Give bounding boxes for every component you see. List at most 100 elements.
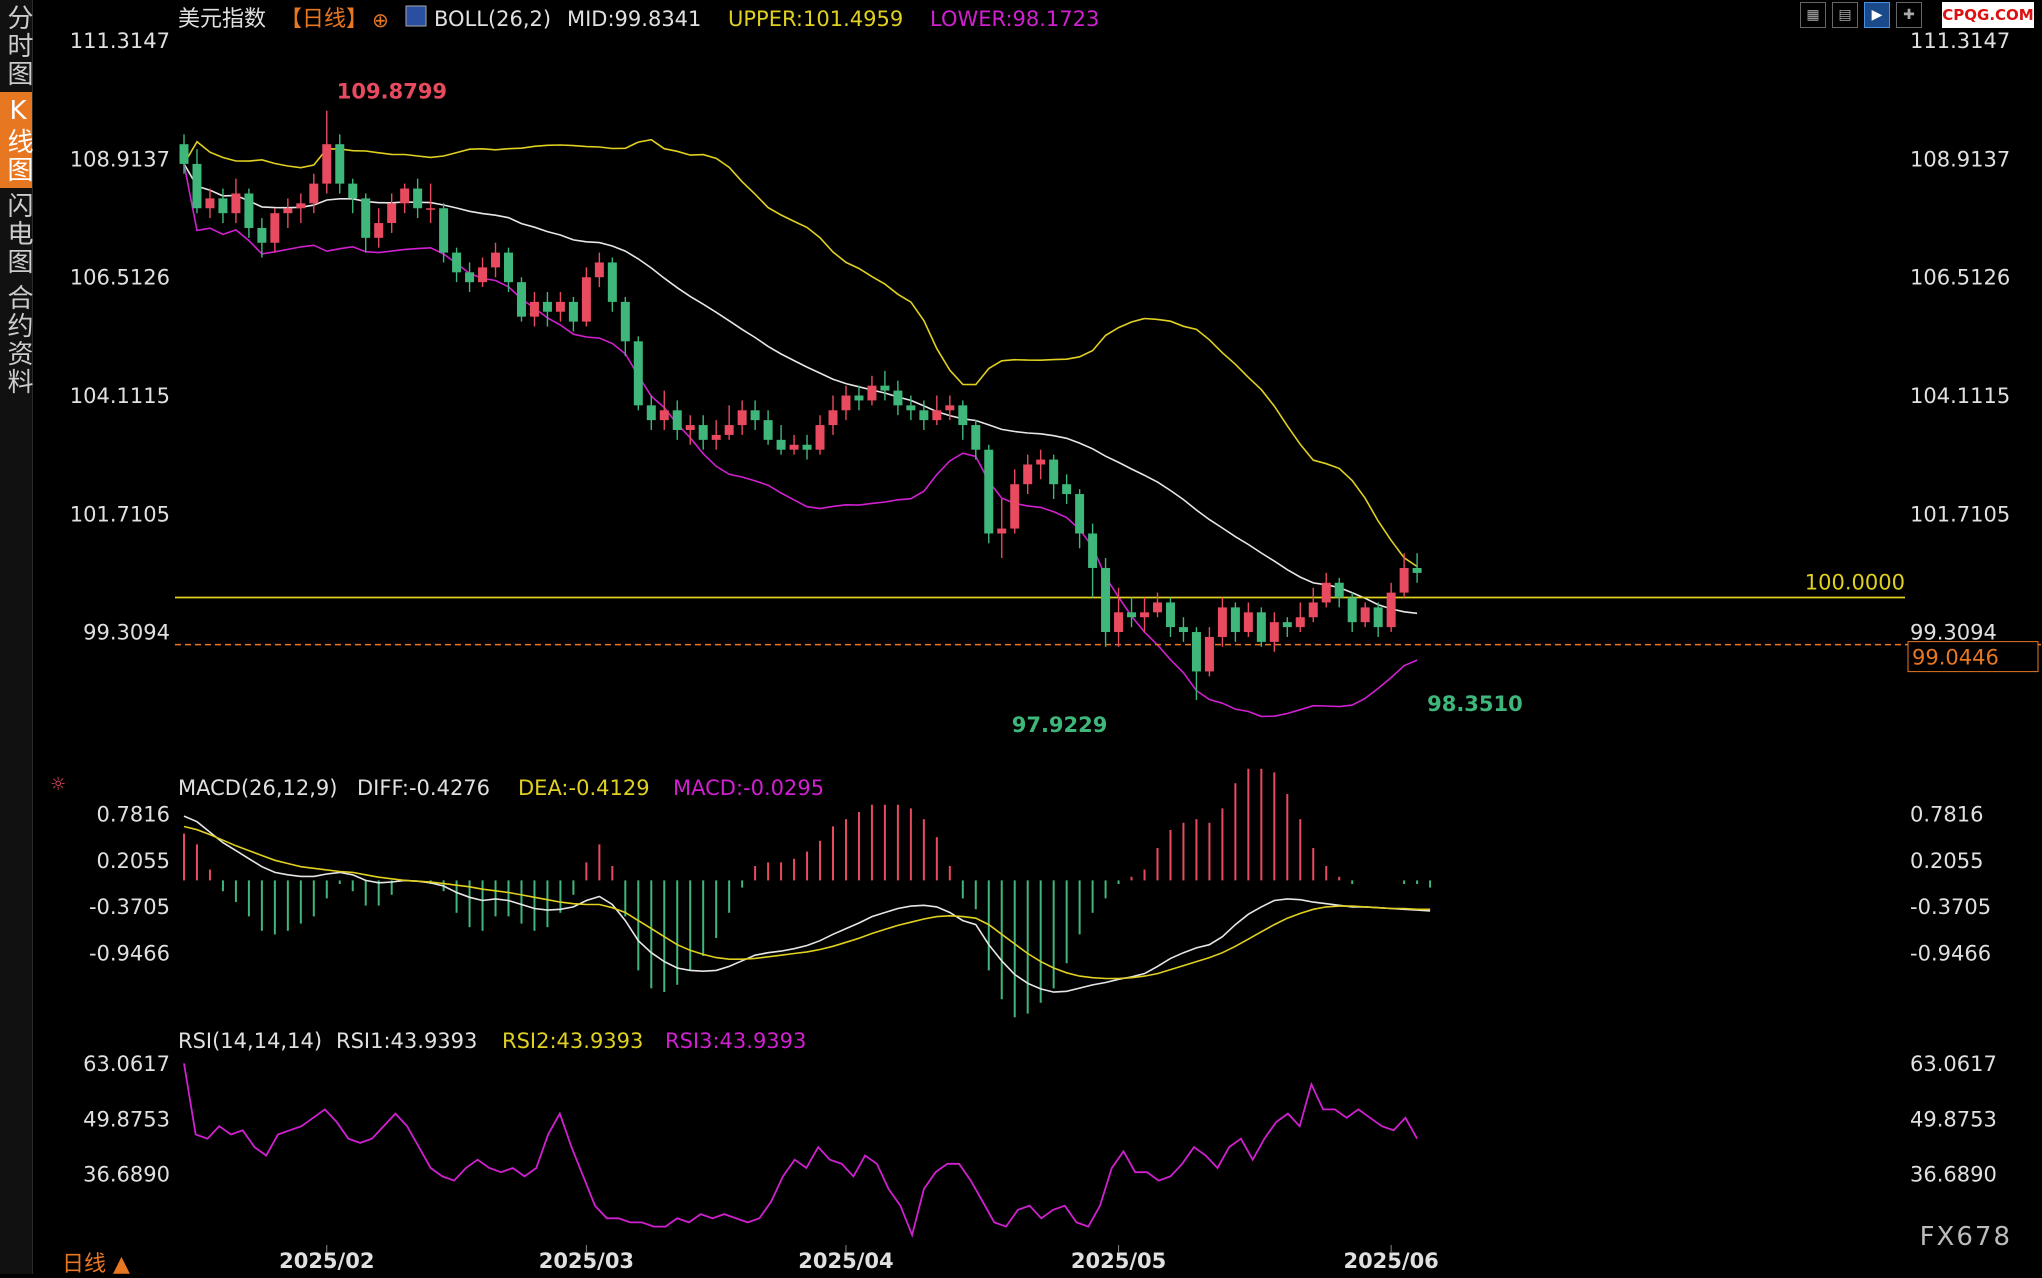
cross-chart-icon[interactable]: ✚ [1896, 2, 1922, 28]
candle-body [1140, 612, 1150, 618]
macd-y-tick-left: -0.3705 [89, 895, 170, 919]
macd-sun-icon[interactable]: ☼ [50, 774, 66, 795]
grid-icon[interactable]: ▦ [1800, 2, 1826, 28]
y-tick-left: 111.3147 [70, 29, 170, 53]
candle-body [672, 410, 682, 430]
candle-body [1062, 484, 1072, 495]
macd-y-tick-left: 0.2055 [97, 849, 170, 873]
chart-canvas[interactable]: 美元指数 【日线】 ⊕ BOLL(26,2) MID:99.8341 UPPER… [0, 0, 2042, 1274]
candle-body [867, 385, 877, 401]
candle-body [958, 405, 968, 426]
candle-body [400, 188, 410, 204]
x-tick-label: 2025/03 [539, 1249, 634, 1273]
candle-body [568, 301, 578, 322]
x-tick-label: 2025/05 [1071, 1249, 1166, 1273]
candle-body [1153, 602, 1162, 613]
toolbar: ▦ ▤ ▶ ✚ [1800, 2, 1922, 28]
candle-body [205, 198, 215, 209]
candle-body [711, 434, 721, 440]
boll-lower: LOWER:98.1723 [930, 7, 1099, 31]
macd-plot [183, 768, 1432, 1018]
candle-body [387, 203, 397, 224]
macd-header: ☼ MACD(26,12,9) DIFF:-0.4276 DEA:-0.4129… [50, 774, 824, 800]
boll-upper: UPPER:101.4959 [728, 7, 903, 31]
candle-body [763, 420, 773, 440]
candle-body [1308, 602, 1318, 618]
candle-body [1049, 459, 1059, 485]
y-tick-right: 108.9137 [1910, 147, 2010, 171]
candle-body [244, 193, 254, 228]
boll-lower-line [183, 163, 1418, 718]
period-selector[interactable]: 日线 ▲ [62, 1246, 130, 1278]
play-chart-icon[interactable]: ▶ [1864, 2, 1890, 28]
candle-body [802, 444, 812, 450]
candle-body [659, 410, 669, 421]
candle-body [270, 213, 280, 243]
candle-body [1127, 612, 1137, 618]
x-tick-label: 2025/02 [279, 1249, 374, 1273]
period-tag: 【日线】 [280, 7, 368, 32]
candle-body [646, 405, 656, 421]
candle-body [192, 163, 202, 209]
candle-body [906, 405, 916, 411]
candle-body [919, 410, 929, 421]
candle-body [504, 252, 513, 283]
y-tick-left: 104.1115 [70, 384, 170, 408]
main-y-axis: 111.3147 111.3147 108.9137 108.9137 106.5126… [70, 29, 2010, 645]
candle-body [1088, 533, 1098, 568]
macd-dea-line [183, 825, 1431, 980]
main-header: 美元指数 【日线】 ⊕ BOLL(26,2) MID:99.8341 UPPER… [178, 5, 1099, 32]
candle-body [1399, 567, 1409, 593]
boll-label: BOLL(26,2) [434, 7, 551, 31]
layout-icon[interactable]: ▤ [1832, 2, 1858, 28]
candle-body [1334, 582, 1344, 598]
candle-body [452, 252, 462, 273]
candle-body [374, 223, 384, 238]
y-tick-right: 99.3094 [1910, 621, 1997, 645]
rsi-y-tick-left: 63.0617 [83, 1052, 170, 1076]
candle-body [439, 208, 449, 253]
candle-body [1178, 627, 1188, 633]
candle-body [1243, 612, 1253, 633]
x-axis: 2025/02 2025/03 2025/04 2025/05 2025/06 [279, 1245, 1439, 1273]
candle-body [581, 277, 591, 322]
watermark: FX678 [1919, 1222, 2012, 1252]
reference-line-label: 100.0000 [1805, 571, 1905, 595]
y-tick-left: 106.5126 [70, 266, 170, 290]
candle-body [997, 528, 1007, 534]
x-tick-label: 2025/06 [1343, 1249, 1438, 1273]
settings-icon[interactable]: ⊕ [372, 8, 389, 32]
candle-body [555, 301, 565, 312]
candle-body [1321, 582, 1331, 603]
macd-y-tick-right: -0.9466 [1910, 941, 1991, 965]
rsi3-label: RSI3:43.9393 [665, 1029, 806, 1053]
candle-body [1101, 567, 1111, 633]
main-plot: 100.0000 99.0446 109.8799 97.9229 98.3510 [175, 80, 2042, 737]
candle-body [633, 341, 643, 406]
candle-body [750, 410, 760, 421]
boll-chart-icon[interactable] [405, 5, 427, 27]
site-logo: CPQG.COM [1942, 2, 2034, 28]
candle-body [1023, 464, 1033, 485]
candle-body [841, 395, 851, 411]
rsi-y-tick-right: 63.0617 [1910, 1052, 1997, 1076]
rsi-y-tick-right: 49.8753 [1910, 1107, 1997, 1131]
macd-diff-line [183, 815, 1431, 993]
candle-body [737, 410, 747, 426]
y-tick-right: 101.7105 [1910, 502, 2010, 526]
macd-diff-label: DIFF:-0.4276 [357, 776, 490, 800]
price-annotation: 98.3510 [1427, 692, 1523, 716]
candle-body [984, 449, 994, 534]
candle-body [893, 390, 903, 406]
current-price-label: 99.0446 [1912, 646, 1999, 670]
candle-body [322, 144, 332, 184]
candle-body [1075, 494, 1085, 534]
candle-body [516, 282, 526, 317]
rsi2-label: RSI2:43.9393 [502, 1029, 643, 1053]
rsi-header: RSI(14,14,14) RSI1:43.9393 RSI2:43.9393 … [178, 1029, 806, 1053]
candle-body [257, 227, 267, 243]
candle-body [724, 425, 734, 435]
x-tick-label: 2025/04 [798, 1249, 893, 1273]
candle-body [880, 385, 890, 391]
candle-body [1347, 597, 1357, 623]
